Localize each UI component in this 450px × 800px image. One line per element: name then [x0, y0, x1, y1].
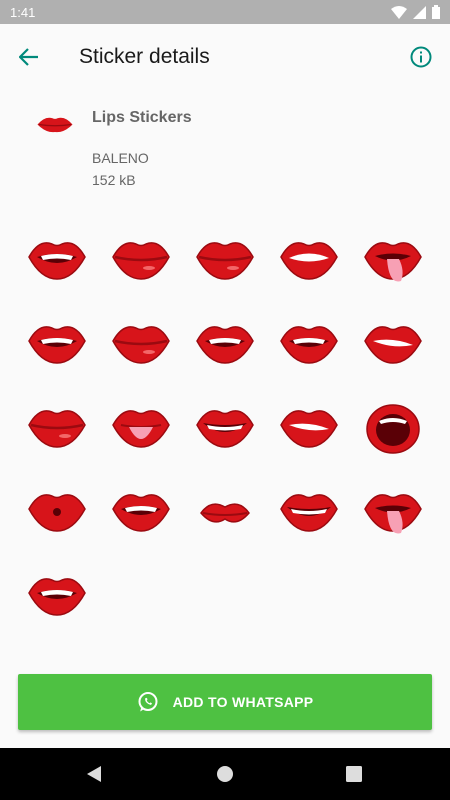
lips-grin-icon [196, 326, 254, 364]
pack-header: Lips Stickers BALENO 152 kB [0, 90, 450, 200]
lips-smile-icon [280, 494, 338, 532]
lips-grin-icon [28, 578, 86, 616]
status-time: 1:41 [10, 5, 36, 20]
sticker-item[interactable] [267, 470, 351, 554]
lips-tongue-icon [112, 410, 170, 448]
back-triangle-icon [87, 766, 101, 782]
sticker-item[interactable] [351, 302, 435, 386]
lips-bite-icon [280, 410, 338, 448]
page-title: Sticker details [79, 45, 210, 68]
sticker-item[interactable] [15, 218, 99, 302]
sticker-item[interactable] [183, 470, 267, 554]
lips-kiss-icon [200, 503, 250, 523]
sticker-item[interactable] [15, 302, 99, 386]
lips-grin-icon [280, 326, 338, 364]
back-button[interactable] [14, 42, 44, 72]
lips-wide-open-icon [366, 404, 420, 454]
sticker-item[interactable] [183, 218, 267, 302]
sticker-item[interactable] [183, 302, 267, 386]
lips-grin-icon [28, 242, 86, 280]
sticker-item[interactable] [15, 470, 99, 554]
sticker-item[interactable] [99, 302, 183, 386]
nav-home-button[interactable] [213, 762, 237, 786]
sticker-item[interactable] [15, 554, 99, 638]
home-circle-icon [217, 766, 233, 782]
arrow-back-icon [19, 48, 38, 66]
sticker-item[interactable] [267, 386, 351, 470]
wifi-icon [391, 5, 407, 19]
sticker-item[interactable] [15, 386, 99, 470]
add-button-label: ADD TO WHATSAPP [172, 694, 314, 710]
info-button[interactable] [406, 42, 436, 72]
sticker-item[interactable] [183, 386, 267, 470]
recents-square-icon [346, 766, 362, 782]
lips-pout-icon [28, 494, 86, 532]
sticker-item[interactable] [267, 218, 351, 302]
lips-tongue-out-icon [364, 494, 422, 534]
add-to-whatsapp-button[interactable]: ADD TO WHATSAPP [18, 674, 432, 730]
pack-tray-icon [37, 117, 73, 133]
pack-name: Lips Stickers [92, 109, 192, 126]
whatsapp-icon [138, 692, 158, 712]
info-icon [410, 46, 432, 68]
lips-closed-icon [112, 326, 170, 364]
sticker-item[interactable] [99, 218, 183, 302]
sticker-item[interactable] [99, 386, 183, 470]
sticker-grid [15, 218, 435, 638]
lips-grin-icon [112, 494, 170, 532]
pack-size: 152 kB [92, 172, 136, 188]
lips-closed-icon [196, 242, 254, 280]
system-nav-bar [0, 748, 450, 800]
sticker-item[interactable] [351, 218, 435, 302]
lips-closed-icon [112, 242, 170, 280]
sticker-item[interactable] [351, 386, 435, 470]
lips-grin-icon [28, 326, 86, 364]
battery-icon [432, 5, 440, 19]
signal-icon [413, 5, 426, 19]
status-bar: 1:41 [0, 0, 450, 24]
lips-bite-icon [364, 326, 422, 364]
nav-recents-button[interactable] [342, 762, 366, 786]
lips-smile-icon [196, 410, 254, 448]
pack-publisher: BALENO [92, 150, 149, 166]
sticker-item[interactable] [351, 470, 435, 554]
lips-open-icon [280, 242, 338, 280]
nav-back-button[interactable] [82, 762, 106, 786]
sticker-item[interactable] [267, 302, 351, 386]
app-bar: Sticker details [0, 24, 450, 90]
status-icons [391, 5, 440, 19]
lips-closed-icon [28, 410, 86, 448]
sticker-item[interactable] [99, 470, 183, 554]
lips-tongue-out-icon [364, 242, 422, 282]
